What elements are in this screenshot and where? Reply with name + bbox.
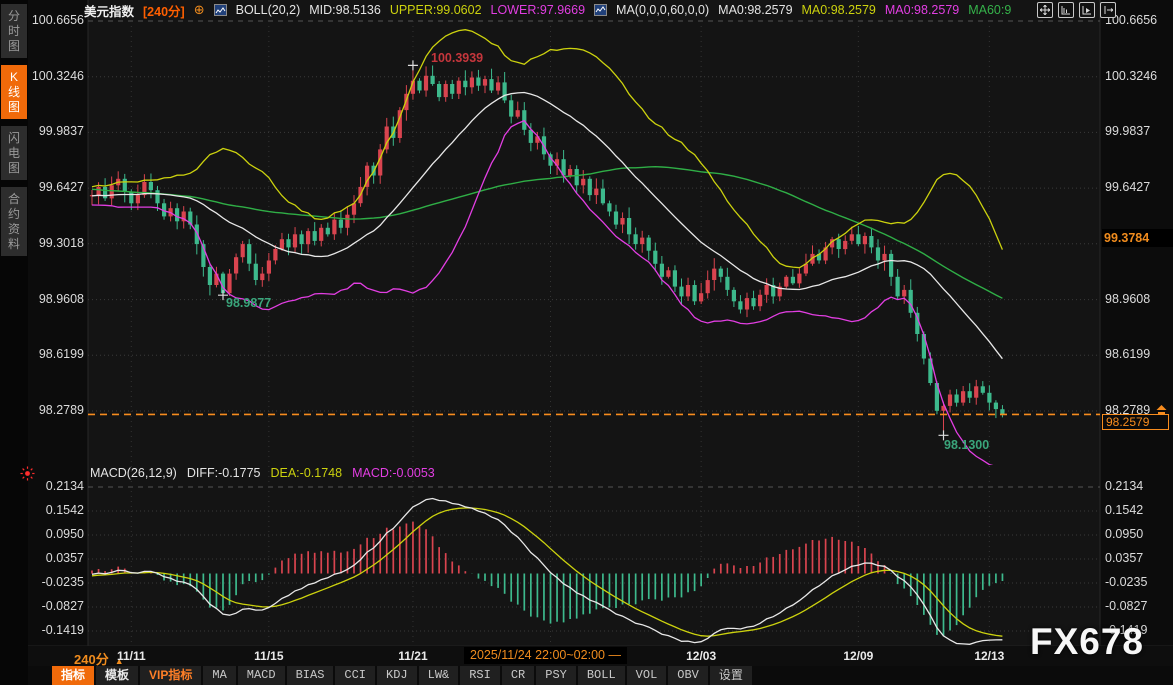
tab-[interactable]: 设置 [710,666,752,685]
macd-axis-label-right: 0.2134 [1105,479,1171,493]
interval-text: 240分 [74,652,109,667]
playback-icon[interactable] [1079,2,1095,18]
macd-diff-value: DIFF:-0.1775 [187,466,261,480]
trading-app-window: 分时图 K线图闪电图合约资料 美元指数 [240分] ⊕ BOLL(20,2) M… [0,0,1173,685]
tab-boll[interactable]: BOLL [578,666,625,685]
chart-legend-bar: 美元指数 [240分] ⊕ BOLL(20,2) MID:98.5136 UPP… [84,2,1011,18]
boll-indicator-icon[interactable] [214,4,227,16]
x-axis-date-label: 12/13 [967,649,1011,663]
tab-kdj[interactable]: KDJ [377,666,417,685]
price-chart-canvas[interactable] [0,0,1173,685]
y-axis-label-right: 98.6199 [1105,347,1171,361]
macd-axis-label-right: 0.0357 [1105,551,1171,565]
macd-value: MACD:-0.0053 [352,466,435,480]
chart-toolbar [1037,2,1116,18]
tab-cci[interactable]: CCI [335,666,375,685]
x-axis-date-label: 11/11 [109,649,153,663]
ma0-magenta-value: MA0:98.2579 [885,3,959,17]
tab-macd[interactable]: MACD [238,666,285,685]
y-axis-label-right: 99.6427 [1105,180,1171,194]
tab-[interactable]: 指标 [52,666,94,685]
tab-rsi[interactable]: RSI [460,666,500,685]
y-axis-label-right: 99.9837 [1105,124,1171,138]
tab-psy[interactable]: PSY [536,666,576,685]
selected-bar-time-label: 2025/11/24 22:00~02:00 — [464,647,627,664]
boll-mid-value: MID:98.5136 [309,3,381,17]
reference-price-badge: 99.3784 [1102,229,1173,247]
macd-axis-label-right: 0.0950 [1105,527,1171,541]
move-chart-icon[interactable] [1037,2,1053,18]
indicator-alert-icon[interactable] [20,466,35,486]
y-axis-label-right: 100.3246 [1105,69,1171,83]
chart-type-sidebar: 分时图 K线图闪电图合约资料 [0,0,28,685]
tab-vip[interactable]: VIP指标 [140,666,201,685]
scroll-to-latest-icon[interactable] [1155,403,1168,421]
macd-axis-label-right: 0.1542 [1105,503,1171,517]
sidebar-item-kline-chart[interactable]: K线图 [1,65,27,119]
high-price-annotation: 100.3939 [431,51,483,65]
y-axis-label-right: 98.9608 [1105,292,1171,306]
macd-axis-label-right: -0.0827 [1105,599,1171,613]
add-indicator-icon[interactable]: ⊕ [194,2,205,18]
sidebar-item-time-chart[interactable]: 分时图 [1,4,27,58]
x-axis-date-label: 12/03 [679,649,723,663]
ma-label: MA(0,0,0,60,0,0) [616,3,709,17]
x-axis-date-label: 11/15 [247,649,291,663]
symbol-title: 美元指数 [84,1,134,20]
brand-watermark: FX678 [1030,621,1144,663]
macd-axis-label-right: -0.0235 [1105,575,1171,589]
tab-cr[interactable]: CR [502,666,534,685]
tab-[interactable]: 模板 [96,666,138,685]
macd-params-label: MACD(26,12,9) [90,466,177,480]
interval-label: [240分] [143,1,185,20]
ma0-yellow-value: MA0:98.2579 [802,3,876,17]
macd-dea-value: DEA:-0.1748 [270,466,342,480]
exit-fullscreen-icon[interactable] [1100,2,1116,18]
tab-bias[interactable]: BIAS [287,666,334,685]
sidebar-item-contract-info[interactable]: 合约资料 [1,187,27,256]
tab-vol[interactable]: VOL [627,666,667,685]
tab-ma[interactable]: MA [203,666,235,685]
sidebar-item-flash-chart[interactable]: 闪电图 [1,126,27,180]
tab-obv[interactable]: OBV [668,666,708,685]
x-axis-date-label: 11/21 [391,649,435,663]
low-price-annotation-a: 98.9877 [226,296,271,310]
ma60-green-value: MA60:9 [968,3,1011,17]
axis-scale-icon[interactable] [1058,2,1074,18]
macd-legend: MACD(26,12,9) DIFF:-0.1775 DEA:-0.1748 M… [90,466,435,480]
x-axis-date-label: 12/09 [836,649,880,663]
boll-lower-value: LOWER:97.9669 [491,3,586,17]
low-price-annotation-b: 98.1300 [944,438,989,452]
boll-upper-value: UPPER:99.0602 [390,3,482,17]
tab-lw[interactable]: LW& [419,666,459,685]
indicator-tabbar: 指标模板VIP指标MAMACDBIASCCIKDJLW&RSICRPSYBOLL… [52,666,752,685]
ma0-white-value: MA0:98.2579 [718,3,792,17]
boll-label: BOLL(20,2) [236,3,301,17]
ma-indicator-icon[interactable] [594,4,607,16]
